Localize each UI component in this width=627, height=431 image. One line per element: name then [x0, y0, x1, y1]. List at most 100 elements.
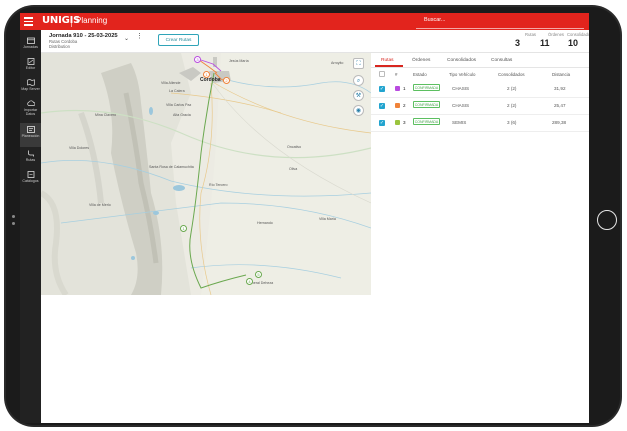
jornada-subtitle: Rutas Cordoba Distribution — [49, 39, 77, 49]
calendar-icon — [26, 37, 35, 44]
stat-consolidados: Consolidados 10 — [567, 32, 589, 48]
row-checkbox[interactable]: ✓ — [379, 120, 385, 126]
route-color-swatch — [395, 120, 400, 125]
sidebar-item-label: Importar Datos — [23, 108, 38, 116]
stat-value: 11 — [540, 38, 550, 48]
column-header: Distancia — [552, 72, 571, 77]
rutas-panel: Rutas Órdenes Consolidados Consultas # E… — [371, 53, 589, 423]
map-label: Santa Rosa de Calamuchita — [149, 165, 194, 169]
route-stop-marker[interactable]: 2 — [223, 77, 230, 84]
table-row[interactable]: ✓ 2 CONFIRMADA CHASIS 2 (2) 25,47 — [371, 98, 589, 115]
sidebar-item-importar[interactable]: Importar Datos — [20, 97, 41, 123]
map-label: Córdoba — [200, 77, 221, 83]
search-placeholder: Buscar... — [424, 17, 446, 23]
table-row[interactable]: ✓ 1 CONFIRMADA CHASIS 2 (2) 31,92 — [371, 81, 589, 98]
vehicle-type: SEMIS — [452, 120, 467, 125]
route-stop-marker[interactable]: 1 — [203, 71, 210, 78]
fullscreen-icon[interactable]: ⛶ — [353, 58, 364, 69]
sidebar-item-rutas[interactable]: Rutas — [20, 147, 41, 169]
status-badge: CONFIRMADA — [413, 118, 440, 125]
status-badge: CONFIRMADA — [413, 84, 440, 91]
sidebar-item-label: Rutas — [25, 158, 36, 162]
sidebar-item-jornadas[interactable]: Jornadas — [20, 34, 41, 56]
crear-rutas-button[interactable]: Crear Rutas — [158, 34, 199, 46]
map-canvas — [41, 53, 371, 295]
planning-icon — [26, 126, 35, 133]
jornada-type: Distribution — [49, 43, 70, 49]
map-label: Alta Gracia — [173, 113, 191, 117]
row-checkbox[interactable]: ✓ — [379, 86, 385, 92]
sidebar-item-label: Catálogos — [22, 179, 39, 183]
logo-divider — [71, 16, 72, 27]
route-stop-marker[interactable]: 5 — [255, 271, 262, 278]
map-label: Villa de Merlo — [89, 203, 111, 207]
upload-icon — [26, 100, 35, 106]
map-label: Hernando — [257, 221, 273, 225]
sidebar-item-map-server[interactable]: Map Server — [20, 76, 41, 98]
vehicle-type: CHASIS — [452, 103, 470, 108]
column-header: Tipo Vehículo — [449, 72, 476, 77]
sidebar-item-planeacion[interactable]: Planeación — [20, 123, 41, 147]
sidebar-item-label: Map Server — [21, 87, 40, 91]
stat-label: Consolidados — [567, 32, 589, 37]
stat-rutas: Rutas 3 — [514, 32, 536, 48]
stat-label: Rutas — [525, 32, 536, 37]
stat-label: Órdenes — [547, 32, 564, 37]
map-label: Oncativo — [287, 145, 302, 149]
jornada-header: Jornada 910 - 25-03-2025 Rutas Cordoba D… — [41, 30, 589, 53]
top-bar: UNIGIS Planning Buscar... — [20, 13, 589, 30]
status-badge: CONFIRMADA — [413, 101, 440, 108]
tab-consolidados[interactable]: Consolidados — [447, 58, 476, 63]
route-stop-marker[interactable]: 4 — [246, 278, 253, 285]
column-header: Consolidados — [498, 72, 525, 77]
location-pin-icon[interactable]: ◉ — [353, 105, 364, 116]
app-screen: UNIGIS Planning Buscar... Jornadas Edito… — [20, 13, 589, 423]
search-input[interactable]: Buscar... — [416, 14, 584, 29]
map-label: La Calera — [169, 89, 185, 93]
route-number: 1 — [403, 86, 406, 91]
sidebar-item-catalogos[interactable]: Catálogos — [20, 168, 41, 190]
route-stop-marker[interactable]: 1 — [180, 225, 187, 232]
map-label: Río Tercero — [209, 183, 228, 187]
more-options-icon[interactable]: ⋮ — [136, 33, 143, 40]
stat-value: 3 — [515, 38, 521, 48]
select-all-checkbox[interactable] — [379, 71, 385, 77]
tablet-home-button[interactable] — [597, 210, 617, 230]
sidebar-item-label: Editor — [25, 66, 36, 70]
column-header: # — [395, 72, 398, 77]
tools-icon[interactable]: ⚒ — [353, 90, 364, 101]
table-row[interactable]: ✓ 3 CONFIRMADA SEMIS 3 (6) 289,38 — [371, 115, 589, 132]
map-icon — [26, 79, 35, 86]
stat-value: 10 — [568, 38, 579, 48]
sidebar-item-editor[interactable]: Editor — [20, 55, 41, 77]
route-color-swatch — [395, 103, 400, 108]
stat-ordenes: Órdenes 11 — [539, 32, 564, 48]
tab-rutas[interactable]: Rutas — [381, 58, 394, 63]
vehicle-type: CHASIS — [452, 86, 470, 91]
route-icon — [27, 150, 34, 157]
row-checkbox[interactable]: ✓ — [379, 103, 385, 109]
sidebar: Jornadas Editor Map Server Importar Dato… — [20, 30, 41, 423]
menu-icon[interactable] — [24, 17, 33, 26]
route-stop-marker[interactable]: 3 — [194, 56, 201, 63]
edit-icon — [27, 58, 34, 65]
tab-consultas[interactable]: Consultas — [491, 58, 512, 63]
route-number: 3 — [403, 120, 406, 125]
map-label: Arroyito — [331, 61, 344, 65]
tab-ordenes[interactable]: Órdenes — [412, 58, 430, 63]
consolidados-count: 2 (2) — [507, 103, 517, 108]
map-label: Jesús María — [229, 59, 249, 63]
map-label: Villa Carlos Paz — [166, 103, 192, 107]
sidebar-item-label: Jornadas — [23, 45, 38, 49]
catalog-icon — [27, 171, 34, 178]
map-label: Oliva — [289, 167, 298, 171]
sidebar-item-label: Planeación — [21, 134, 40, 138]
tablet-side-dots — [12, 215, 15, 229]
route-search-icon[interactable]: ⌕ — [353, 75, 364, 86]
map-label: Villa Allende — [161, 81, 181, 85]
app-title: Planning — [76, 16, 108, 25]
route-map[interactable]: Córdoba Jesús María Villa Allende La Cal… — [41, 53, 371, 295]
map-label: Villa Dolores — [69, 146, 90, 150]
chevron-down-icon[interactable]: ⌄ — [124, 35, 129, 42]
route-distance: 289,38 — [552, 120, 567, 125]
